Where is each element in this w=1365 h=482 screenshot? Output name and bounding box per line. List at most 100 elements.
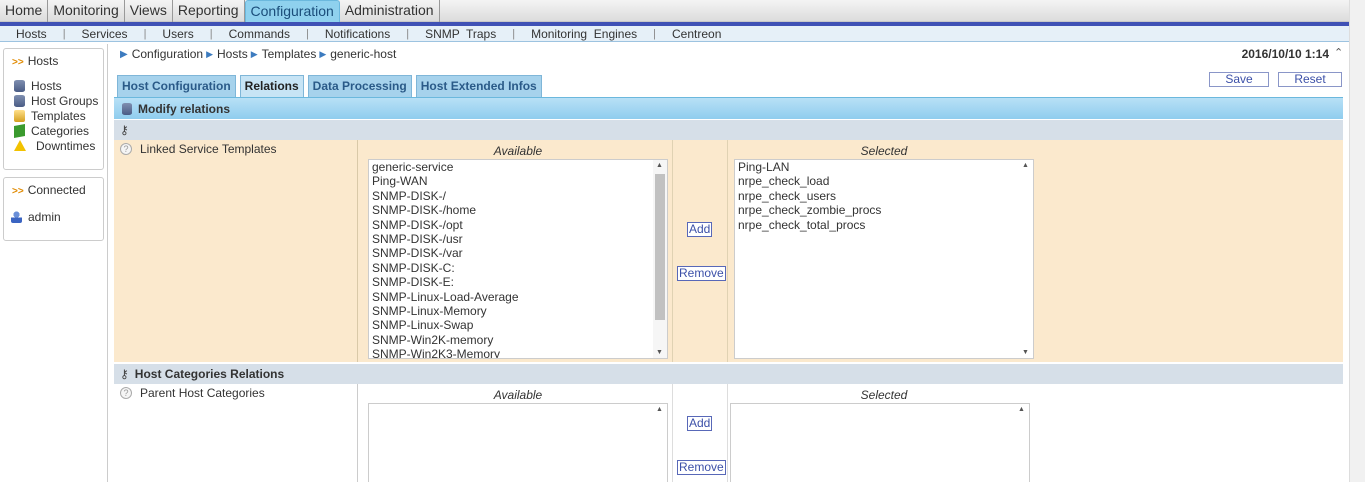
menu-home[interactable]: Home [0,0,49,22]
chevron-right-icon: ▶ [319,48,327,59]
sidebar-item-templates[interactable]: Templates [14,108,86,123]
save-button[interactable]: Save [1209,72,1269,87]
available-column: Available generic-service Ping-WAN SNMP-DI… [364,140,672,360]
database-icon [14,79,25,92]
list-option[interactable]: SNMP-Linux-Load-Average [369,290,667,304]
menu-views[interactable]: Views [125,0,173,22]
linked-service-templates-row: ? Linked Service Templates Available gen… [114,140,1343,362]
tab-host-extended-infos[interactable]: Host Extended Infos [415,75,542,97]
list-option[interactable]: SNMP-DISK-/var [369,246,667,260]
tab-relations[interactable]: Relations [239,75,304,97]
submenu-users[interactable]: Users [146,27,209,41]
tab-data-processing[interactable]: Data Processing [307,75,412,97]
list-scrollbar[interactable]: ▲ [1015,404,1029,482]
selected-list[interactable]: ▲ [730,403,1030,482]
list-option[interactable]: nrpe_check_zombie_procs [735,203,1033,217]
list-option[interactable]: SNMP-DISK-/ [369,189,667,203]
chevron-up-icon[interactable]: ⌃ [1334,46,1343,59]
menu-reporting[interactable]: Reporting [173,0,245,22]
list-option[interactable]: SNMP-Linux-Swap [369,318,667,332]
reset-button[interactable]: Reset [1278,72,1342,87]
list-option[interactable]: SNMP-DISK-E: [369,275,667,289]
available-header: Available [493,388,543,402]
breadcrumb-templates[interactable]: Templates [262,47,317,61]
selected-column: Selected ▲ [730,384,1038,482]
database-icon [14,94,25,107]
add-button[interactable]: Add [687,222,713,237]
list-option[interactable]: SNMP-DISK-/usr [369,232,667,246]
scroll-up-icon[interactable]: ▲ [656,162,663,169]
scroll-up-icon[interactable]: ▲ [656,406,663,413]
hosts-panel: >> Hosts Hosts Host Groups Templates Cate… [3,48,104,170]
scroll-down-icon[interactable]: ▼ [1022,349,1029,356]
page-scrollbar[interactable] [1349,0,1365,482]
datetime: 2016/10/10 1:14 [1241,47,1329,61]
list-option[interactable]: SNMP-Linux-Memory [369,304,667,318]
list-option[interactable]: nrpe_check_users [735,189,1033,203]
help-icon[interactable]: ? [120,387,132,399]
sidebar-item-hosts[interactable]: Hosts [14,78,62,93]
user-name: admin [28,209,61,224]
breadcrumb-hosts[interactable]: Hosts [217,47,248,61]
list-option[interactable]: SNMP-DISK-C: [369,261,667,275]
breadcrumb: ▶ Configuration ▶ Hosts ▶ Templates ▶ ge… [120,46,396,62]
submenu-centreon[interactable]: Centreon [656,27,737,41]
list-option[interactable]: nrpe_check_total_procs [735,218,1033,232]
remove-button[interactable]: Remove [677,460,726,475]
list-option[interactable]: SNMP-Win2K-memory [369,333,667,347]
warning-icon [14,140,26,151]
available-list[interactable]: ▲ [368,403,668,482]
list-option[interactable]: generic-service [369,160,667,174]
add-button[interactable]: Add [687,416,713,431]
template-icon [14,109,25,122]
menu-administration[interactable]: Administration [340,0,440,22]
submenu-services[interactable]: Services [66,27,144,41]
submenu-snmp-traps[interactable]: SNMP Traps [409,27,512,41]
scroll-thumb[interactable] [655,174,665,320]
menu-configuration[interactable]: Configuration [244,0,340,22]
selected-list[interactable]: Ping-LAN nrpe_check_load nrpe_check_users n… [734,159,1034,359]
list-option[interactable]: SNMP-DISK-/home [369,203,667,217]
list-scrollbar[interactable]: ▲ ▼ [653,160,667,358]
scroll-up-icon[interactable]: ▲ [1022,162,1029,169]
section-subbar: ⚷ [114,120,1343,140]
selected-column: Selected Ping-LAN nrpe_check_load nrpe_che… [730,140,1038,360]
submenu-commands[interactable]: Commands [213,27,306,41]
sidebar-item-downtimes[interactable]: Downtimes [14,138,95,153]
key-icon: ⚷ [120,123,129,137]
database-icon [122,102,132,115]
remove-button[interactable]: Remove [677,266,726,281]
connected-panel: >> Connected admin [3,177,104,241]
list-scrollbar[interactable]: ▲ [653,404,667,482]
submenu-notifications[interactable]: Notifications [309,27,406,41]
section-header: Modify relations [114,97,1343,119]
connected-panel-heading: >> Connected [12,183,86,197]
list-option[interactable]: SNMP-DISK-/opt [369,218,667,232]
list-option[interactable]: Ping-LAN [735,160,1033,174]
list-option[interactable]: nrpe_check_load [735,174,1033,188]
list-option[interactable]: SNMP-Win2K3-Memory [369,347,667,358]
action-column: Add Remove [672,140,728,362]
selected-options: Ping-LAN nrpe_check_load nrpe_check_users n… [735,160,1033,232]
help-icon[interactable]: ? [120,143,132,155]
list-scrollbar[interactable]: ▲ ▼ [1019,160,1033,358]
action-column: Add Remove [672,384,728,482]
sidebar-item-host-groups[interactable]: Host Groups [14,93,98,108]
chevron-right-icon: ▶ [250,48,258,59]
scroll-down-icon[interactable]: ▼ [656,349,663,356]
list-option[interactable]: Ping-WAN [369,174,667,188]
available-list[interactable]: generic-service Ping-WAN SNMP-DISK-/SNMP-D… [368,159,668,359]
cube-icon [14,123,25,138]
scroll-up-icon[interactable]: ▲ [1018,406,1025,413]
submenu-hosts[interactable]: Hosts [0,27,63,41]
breadcrumb-generic-host: generic-host [330,47,397,61]
chevron-right-icon: ▶ [206,48,214,59]
tab-host-configuration[interactable]: Host Configuration [117,75,236,97]
breadcrumb-configuration[interactable]: Configuration [132,47,203,61]
parent-host-categories-row: ? Parent Host Categories Available ▲ Add… [114,384,1343,482]
submenu-monitoring-engines[interactable]: Monitoring Engines [515,27,653,41]
sidebar-item-categories[interactable]: Categories [14,123,89,138]
hosts-panel-title: Hosts [27,54,59,68]
connected-user[interactable]: admin [11,209,61,224]
menu-monitoring[interactable]: Monitoring [48,0,125,22]
